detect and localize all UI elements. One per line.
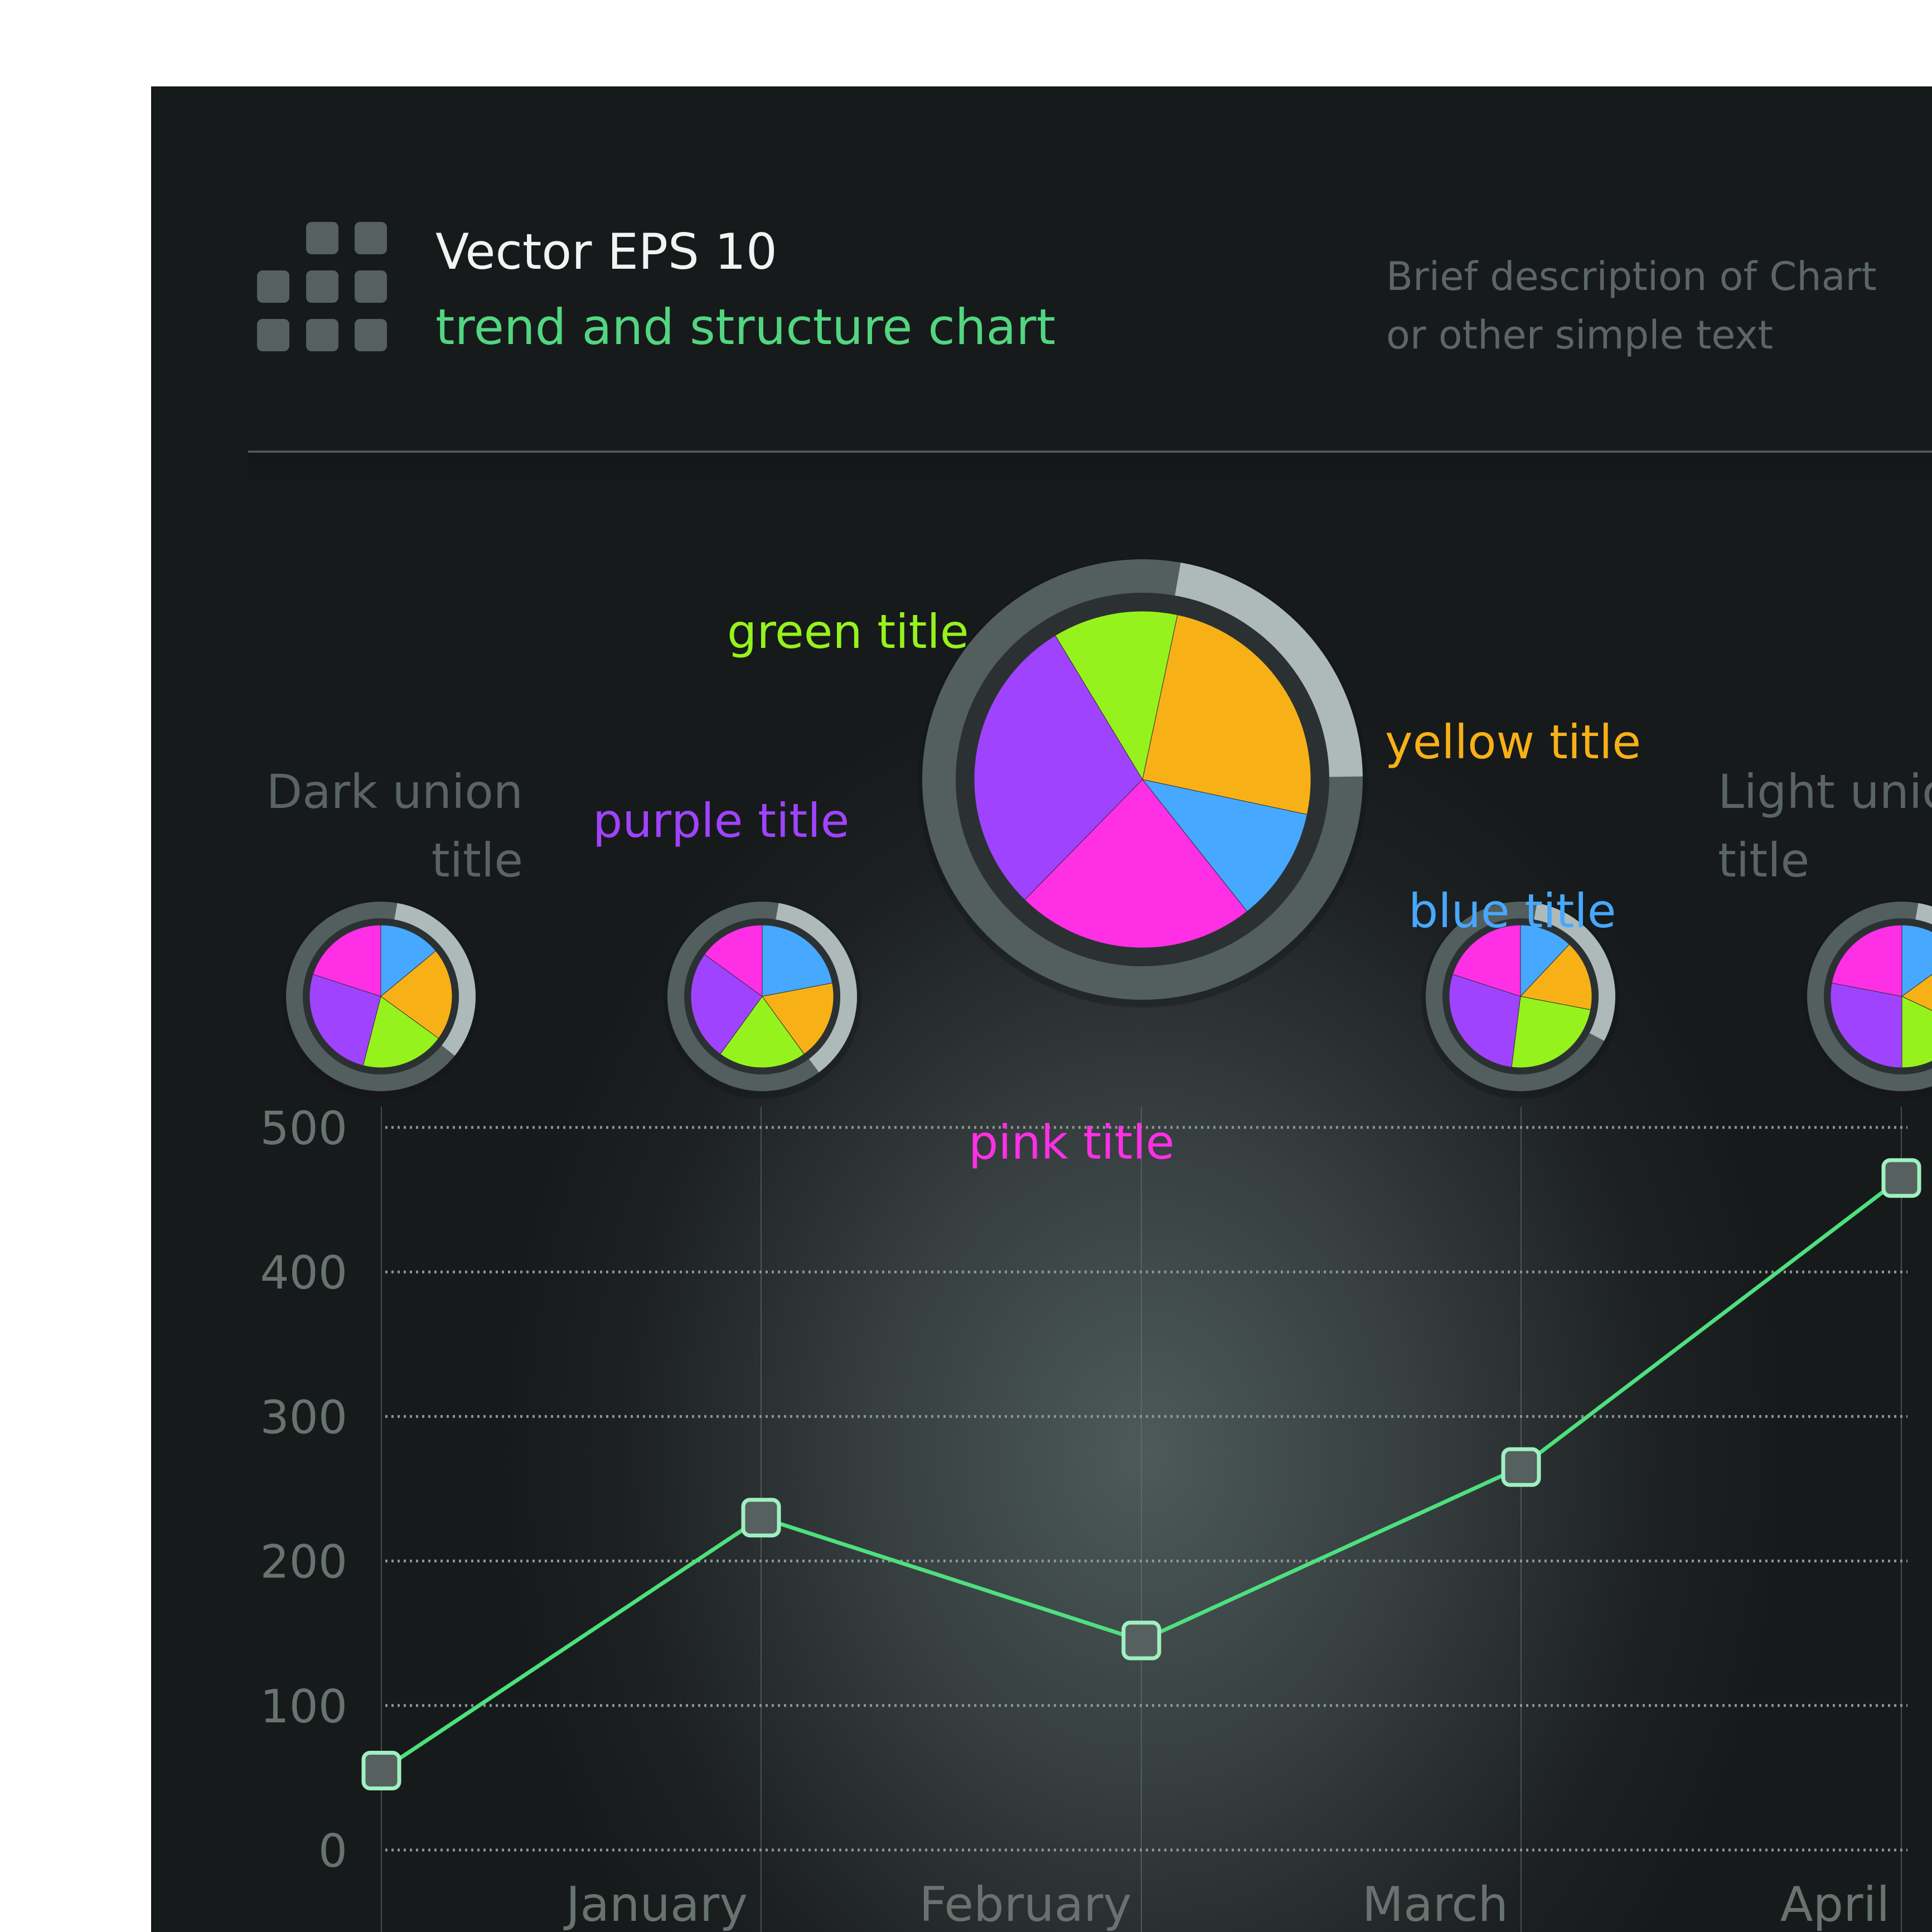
chart-panel: Vector EPS 10 trend and structure chart …	[151, 86, 1932, 1932]
label-dark-union-line-2: title	[432, 833, 523, 888]
x-tick-label: April	[1780, 1877, 1890, 1932]
data-point-marker	[361, 1750, 401, 1790]
label-light-union-line-1: Light union	[1718, 764, 1932, 819]
x-tick-label: March	[1362, 1877, 1508, 1932]
y-tick-label: 0	[318, 1825, 347, 1878]
label-purple-title: purple title	[593, 793, 849, 848]
y-tick-label: 400	[260, 1247, 347, 1300]
small-pie-chart	[663, 900, 861, 1099]
pie-charts-group	[282, 558, 1932, 1099]
y-tick-label: 100	[260, 1681, 347, 1734]
main-pie-chart	[918, 558, 1367, 1008]
data-point-marker	[1881, 1158, 1921, 1198]
small-pie-chart	[1803, 900, 1932, 1099]
small-pie-chart	[282, 900, 480, 1099]
label-blue-title: blue title	[1408, 884, 1616, 938]
label-pink-title: pink title	[969, 1115, 1174, 1170]
label-light-union-line-2: title	[1718, 833, 1809, 888]
line-chart-grid: 0 100 200 300 400 500 January February March Apri…	[260, 1102, 1907, 1932]
data-point-marker	[1501, 1447, 1541, 1487]
data-point-marker	[741, 1498, 781, 1538]
x-tick-label: February	[919, 1877, 1131, 1932]
x-tick-label: January	[563, 1877, 748, 1932]
y-tick-label: 200	[260, 1536, 347, 1589]
label-green-title: green title	[727, 604, 969, 659]
label-yellow-title: yellow title	[1385, 715, 1641, 769]
data-point-marker	[1121, 1620, 1161, 1660]
y-tick-label: 300	[260, 1391, 347, 1444]
label-dark-union-line-1: Dark union	[267, 764, 523, 819]
y-tick-label: 500	[260, 1102, 347, 1155]
trend-structure-chart: 0 100 200 300 400 500 January February March Apri…	[260, 558, 1932, 1932]
